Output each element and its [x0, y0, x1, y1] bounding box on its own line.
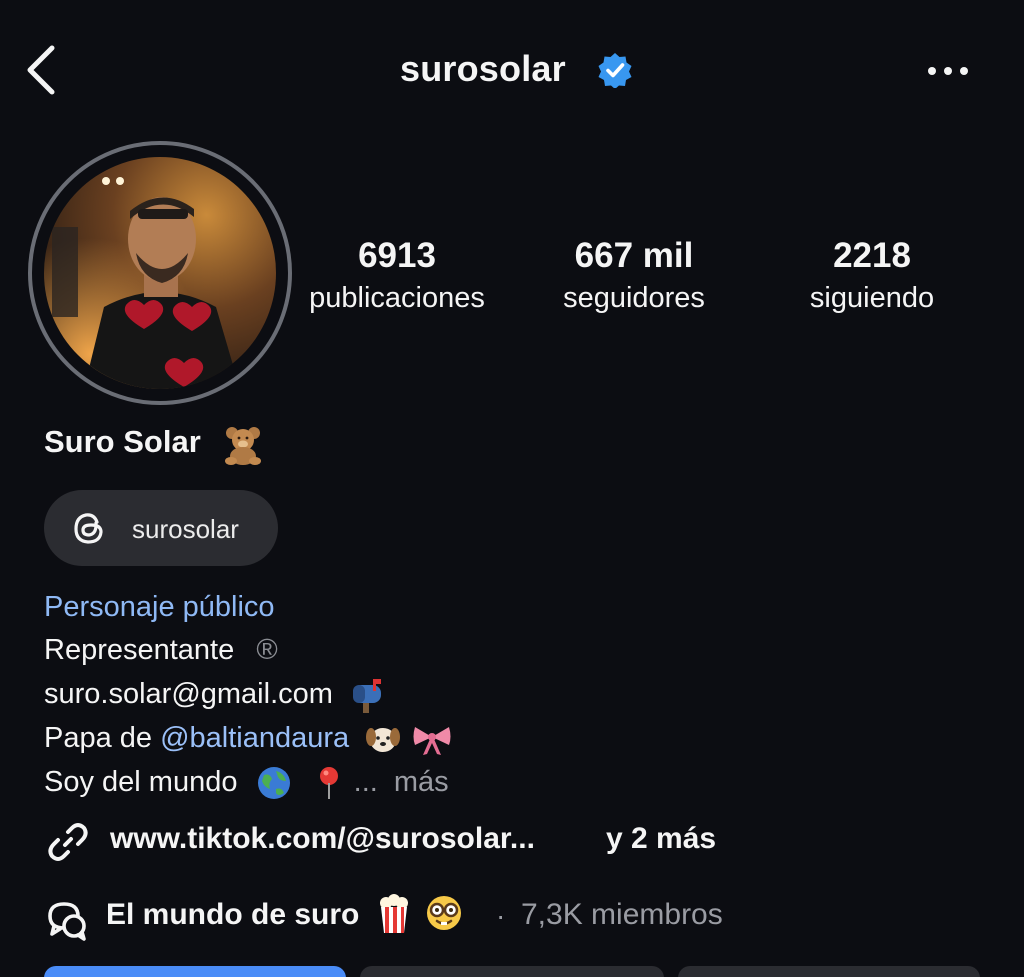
link-icon	[48, 823, 88, 861]
profile-username-title: surosolar	[400, 48, 566, 89]
verified-badge-icon	[598, 53, 632, 88]
bio-parent-prefix: Papa de	[44, 722, 153, 754]
stat-followers[interactable]: 667 mil seguidores	[514, 236, 754, 318]
ellipsis-icon	[928, 67, 968, 75]
threads-profile-chip[interactable]: surosolar	[44, 490, 278, 566]
profile-page: surosolar 6913 publicaciones 667 mil seg…	[0, 0, 1024, 977]
bio-role-text: Representante	[44, 634, 235, 666]
bio-ellipsis: ...	[353, 766, 378, 798]
nerd-face-emoji-icon	[427, 896, 462, 931]
avatar-photo	[44, 157, 276, 389]
bio-mention-link[interactable]: @baltiandaura	[160, 722, 349, 754]
bio-email: suro.solar@gmail.com	[44, 678, 333, 710]
bio-more-link[interactable]: más	[394, 766, 449, 798]
registered-symbol: ®	[256, 634, 278, 666]
profile-external-link[interactable]: www.tiktok.com/@surosolar...	[110, 822, 535, 856]
contact-button[interactable]	[678, 966, 980, 977]
pin-emoji-icon	[319, 767, 338, 800]
threads-icon	[74, 513, 103, 544]
channel-separator: ·	[496, 900, 506, 931]
message-button[interactable]	[360, 966, 664, 977]
channel-name-text: El mundo de suro	[106, 898, 360, 931]
channel-members-count: 7,3K miembros	[521, 898, 723, 931]
teddy-bear-emoji-icon	[225, 427, 261, 465]
profile-category: Personaje público	[44, 591, 275, 623]
stat-posts-value: 6913	[358, 236, 436, 275]
stat-following[interactable]: 2218 siguiendo	[752, 236, 992, 318]
profile-avatar[interactable]	[44, 157, 276, 389]
stat-followers-label: seguidores	[563, 282, 705, 314]
bio-line-parent: Papa de @baltiandaura	[44, 720, 453, 757]
threads-handle: surosolar	[132, 514, 239, 544]
stat-posts-label: publicaciones	[309, 282, 485, 314]
globe-emoji-icon	[257, 767, 290, 800]
dog-face-emoji-icon	[366, 728, 401, 753]
stat-following-label: siguiendo	[809, 282, 935, 314]
broadcast-channel-name[interactable]: El mundo de suro	[106, 894, 464, 934]
stat-posts[interactable]: 6913 publicaciones	[277, 236, 517, 318]
mailbox-emoji-icon	[352, 679, 381, 714]
broadcast-channel-icon	[48, 902, 86, 941]
ribbon-emoji-icon	[413, 727, 451, 756]
more-options-button[interactable]	[920, 58, 976, 84]
profile-links-more[interactable]: y 2 más	[606, 822, 716, 856]
popcorn-emoji-icon	[379, 894, 408, 934]
bio-line-world: Soy del mundo ... más	[44, 764, 449, 801]
bio-line-role: Representante ®	[44, 632, 278, 668]
stat-followers-value: 667 mil	[574, 236, 694, 275]
bio-line-email: suro.solar@gmail.com	[44, 676, 387, 714]
back-button[interactable]	[22, 40, 62, 100]
display-name: Suro Solar	[44, 424, 201, 459]
chevron-left-icon	[27, 45, 55, 95]
bio-world-text: Soy del mundo	[44, 766, 238, 798]
follow-button[interactable]	[44, 966, 346, 977]
stat-following-value: 2218	[833, 236, 911, 275]
